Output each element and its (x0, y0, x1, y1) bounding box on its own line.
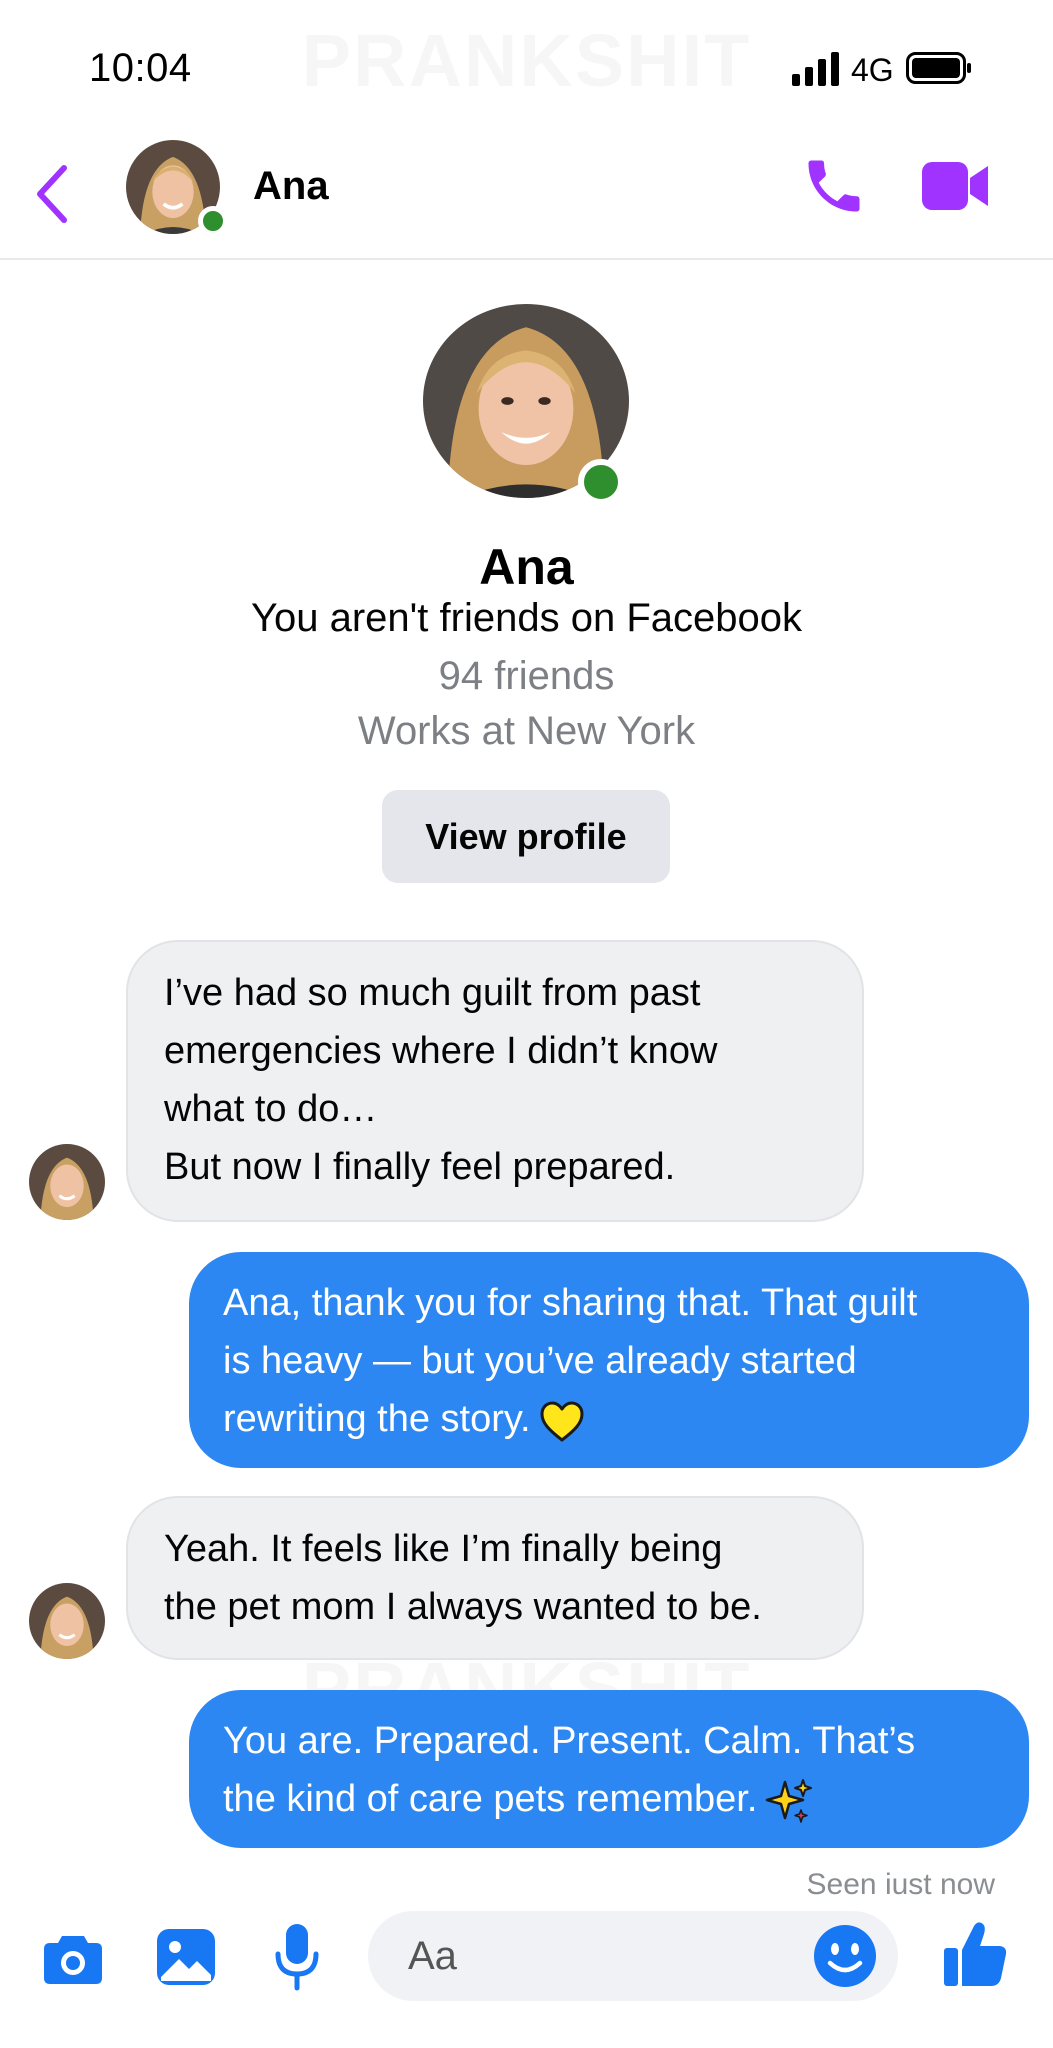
camera-icon[interactable] (42, 1930, 104, 1986)
video-call-icon[interactable] (920, 158, 990, 214)
message-input-wrapper[interactable] (368, 1911, 898, 2001)
online-indicator (198, 206, 228, 236)
yellow-heart-icon (540, 1401, 584, 1442)
network-label: 4G (851, 52, 894, 88)
message-composer (0, 1900, 1053, 2048)
message-bubble-outgoing[interactable]: You are. Prepared. Present. Calm. That’s… (189, 1690, 1029, 1848)
message-bubble-outgoing[interactable]: Ana, thank you for sharing that. That gu… (189, 1252, 1029, 1468)
phone-icon[interactable] (800, 152, 868, 220)
contact-name[interactable]: Ana (253, 164, 329, 209)
microphone-icon[interactable] (272, 1922, 322, 1992)
thumbs-up-icon[interactable] (942, 1920, 1008, 1988)
message-input[interactable] (408, 1931, 768, 1981)
chat-header: Ana (0, 130, 1053, 260)
sparkles-icon (766, 1778, 813, 1823)
view-profile-button[interactable]: View profile (382, 790, 670, 883)
message-bubble-incoming[interactable]: I’ve had so much guilt from past emergen… (126, 940, 864, 1222)
sender-avatar[interactable] (29, 1583, 105, 1659)
battery-icon (906, 52, 971, 84)
sender-avatar[interactable] (29, 1144, 105, 1220)
work-info: Works at New York (357, 709, 696, 753)
status-time: 10:04 (89, 46, 192, 90)
back-icon[interactable] (30, 154, 74, 234)
friends-count: 94 friends (438, 654, 615, 698)
profile-online-indicator (578, 459, 624, 505)
message-bubble-incoming[interactable]: Yeah. It feels like I’m finally being th… (126, 1496, 864, 1660)
signal-icon (792, 52, 839, 86)
emoji-icon[interactable] (812, 1923, 878, 1989)
status-bar: 10:04 4G (0, 0, 1053, 130)
gallery-icon[interactable] (155, 1927, 217, 1987)
seen-status: Seen iust now (806, 1868, 995, 1901)
friend-status: You aren't friends on Facebook (251, 596, 802, 640)
profile-name: Ana (479, 539, 574, 595)
